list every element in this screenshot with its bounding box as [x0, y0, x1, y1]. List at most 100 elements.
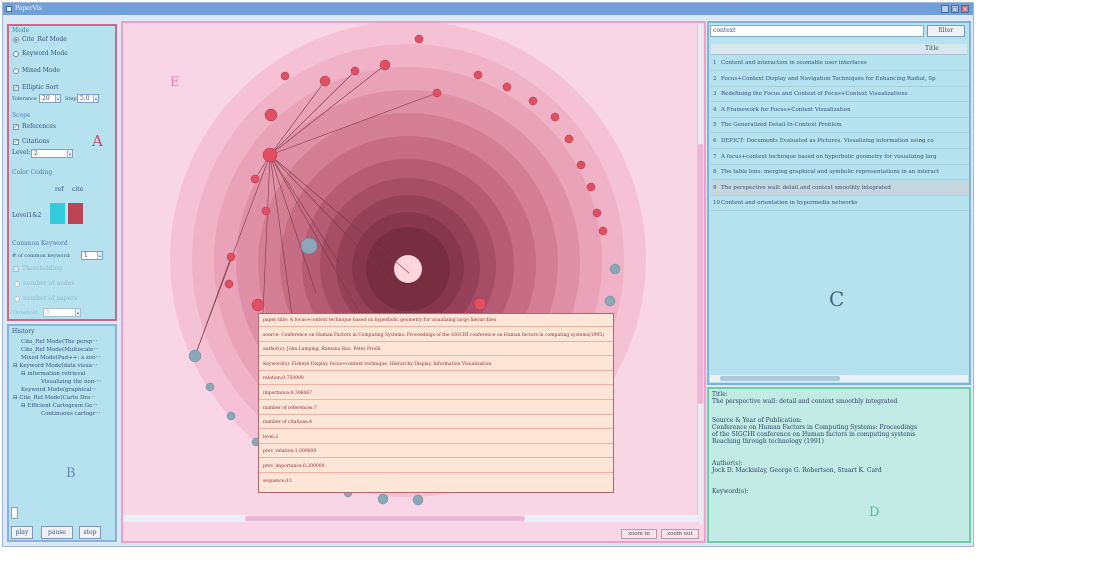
history-item[interactable]: ⊟ Cite_Ref Mode(Carto Dra··· — [11, 394, 115, 402]
paper-node[interactable] — [251, 298, 265, 312]
paper-node[interactable] — [205, 382, 215, 392]
thresholding-checkbox[interactable] — [13, 266, 19, 272]
paper-node[interactable] — [576, 160, 586, 170]
paper-node[interactable] — [598, 226, 608, 236]
paper-node[interactable] — [502, 82, 512, 92]
graph-view[interactable]: E paper title: A focus+context technique… — [121, 21, 706, 543]
history-item[interactable]: ⊟ Efficient Cartogram Ge··· — [11, 402, 115, 410]
paper-node[interactable] — [264, 108, 278, 122]
paper-node[interactable] — [280, 71, 290, 81]
table-row[interactable]: 6 DEPICT: Documents Evaluated as Pictures… — [711, 134, 969, 149]
cite-color-swatch[interactable] — [68, 203, 83, 224]
table-row[interactable]: 8 The table lens: merging graphical and s… — [711, 165, 969, 181]
row-title: A Framework for Focus+Context Visualizat… — [721, 106, 851, 113]
maximize-button[interactable]: □ — [951, 5, 959, 13]
paper-node[interactable] — [412, 494, 424, 506]
tolerance-spinbox[interactable]: 20 ▴ — [39, 94, 61, 103]
history-item[interactable]: ⊟ Keyword Mode(data visua··· — [11, 362, 115, 370]
paper-node[interactable] — [586, 182, 596, 192]
zoom-out-button[interactable]: zoom out — [661, 529, 699, 539]
step-spinbox[interactable]: 5.0 ▴ — [77, 94, 99, 103]
threshold-spinbox[interactable]: 5 ▴ — [43, 308, 81, 317]
keyword-mode-radio[interactable] — [13, 51, 19, 57]
paper-node[interactable] — [473, 297, 487, 311]
scroll-thumb[interactable] — [698, 144, 703, 404]
detail-authors-label: Author(s): — [712, 460, 743, 467]
play-button[interactable]: play — [11, 526, 33, 539]
paper-node[interactable] — [377, 493, 389, 505]
history-item[interactable]: Cite_Ref Mode(Multiscale··· — [11, 346, 115, 354]
step-label: Step — [65, 96, 77, 102]
citations-checkbox[interactable]: ✓ — [13, 139, 19, 145]
level-spinbox[interactable]: 2 ▴ — [31, 149, 73, 158]
paper-node[interactable] — [432, 88, 442, 98]
cite-ref-mode-radio[interactable] — [13, 37, 19, 43]
thresholding-label: Thresholding — [22, 265, 63, 272]
table-row[interactable]: 9 The perspective wall: detail and contex… — [711, 180, 969, 196]
history-item[interactable]: Continuous cartogr··· — [11, 410, 115, 418]
history-item[interactable]: Visualizing the non-··· — [11, 378, 115, 386]
paper-node[interactable] — [350, 66, 360, 76]
paper-node[interactable] — [414, 34, 424, 44]
paper-node[interactable] — [224, 279, 234, 289]
history-item[interactable]: ⊟ information retrieval — [11, 370, 115, 378]
paper-node[interactable] — [609, 263, 621, 275]
paper-node[interactable] — [379, 59, 391, 71]
scroll-thumb[interactable] — [245, 516, 525, 521]
paper-node[interactable] — [550, 112, 560, 122]
panel-a-letter: A — [92, 132, 103, 150]
mixed-mode-radio[interactable] — [13, 68, 19, 74]
paper-node[interactable] — [319, 75, 331, 87]
title-column-header[interactable]: Title — [925, 45, 939, 52]
pause-button[interactable]: pause — [41, 526, 73, 539]
row-title: The table lens: merging graphical and sy… — [721, 169, 940, 176]
playback-slider[interactable] — [11, 507, 18, 519]
elliptic-sort-checkbox[interactable]: ✓ — [13, 85, 19, 91]
history-item[interactable]: Cite_Ref Mode(The persp··· — [11, 338, 115, 346]
paper-node[interactable] — [564, 134, 574, 144]
search-input[interactable]: context — [710, 25, 924, 37]
paper-node[interactable] — [592, 208, 602, 218]
results-horizontal-scrollbar[interactable] — [710, 375, 968, 382]
paper-node[interactable] — [262, 147, 278, 163]
minimize-button[interactable]: _ — [941, 5, 949, 13]
focus-paper-node[interactable] — [394, 255, 422, 283]
num-common-keyword-spinbox[interactable]: 1 ▴ — [81, 251, 103, 260]
paper-node[interactable] — [261, 206, 271, 216]
graph-horizontal-scrollbar[interactable] — [123, 515, 698, 522]
references-checkbox[interactable]: ✓ — [13, 124, 19, 130]
stop-button[interactable]: stop — [79, 526, 101, 539]
table-row[interactable]: 10Content and orientation in hypermedia … — [711, 196, 969, 212]
history-item[interactable]: Mixed Mode(Pad++: a zoo··· — [11, 354, 115, 362]
filter-button[interactable]: filter — [927, 25, 965, 37]
paper-node[interactable] — [226, 411, 236, 421]
info-row: source: Conference on Human Factors in C… — [263, 332, 604, 338]
info-row: Keyword(s): Fisheye Display, focus+conte… — [263, 361, 492, 367]
paper-node[interactable] — [473, 70, 483, 80]
table-row[interactable]: 4 A Framework for Focus+Context Visualiza… — [711, 103, 969, 118]
paper-node[interactable] — [250, 174, 260, 184]
number-of-papers-radio[interactable] — [14, 296, 20, 302]
history-item[interactable]: Keyword Mode(graphical··· — [11, 386, 115, 394]
zoom-in-button[interactable]: zoom in — [621, 529, 657, 539]
close-button[interactable]: × — [961, 5, 969, 13]
table-row[interactable]: 3 Redefining the Focus and Context of Foc… — [711, 87, 969, 103]
info-row: sequence:13 — [263, 478, 292, 484]
table-row[interactable]: 7 A focus+context technique based on hype… — [711, 150, 969, 165]
table-row[interactable]: 5 The Generalized Detail-In-Context Probl… — [711, 118, 969, 134]
history-tree[interactable]: Cite_Ref Mode(The persp··· Cite_Ref Mode… — [11, 338, 115, 418]
history-label: History — [12, 328, 35, 335]
scroll-thumb[interactable] — [720, 376, 840, 381]
paper-node[interactable] — [188, 349, 202, 363]
paper-node[interactable] — [300, 237, 318, 255]
paper-node[interactable] — [226, 252, 236, 262]
row-number: 10 — [713, 200, 720, 207]
graph-vertical-scrollbar[interactable] — [697, 24, 703, 524]
paper-node[interactable] — [528, 96, 538, 106]
table-row[interactable]: 1 Content and interaction in zoomable use… — [711, 56, 969, 71]
paper-node[interactable] — [604, 295, 616, 307]
table-row[interactable]: 2 Focus+Context Display and Navigation Te… — [711, 72, 969, 87]
search-results-panel: context filter Title 1 Content and intera… — [707, 21, 971, 385]
ref-color-swatch[interactable] — [50, 203, 65, 224]
number-of-nodes-radio[interactable] — [14, 281, 20, 287]
